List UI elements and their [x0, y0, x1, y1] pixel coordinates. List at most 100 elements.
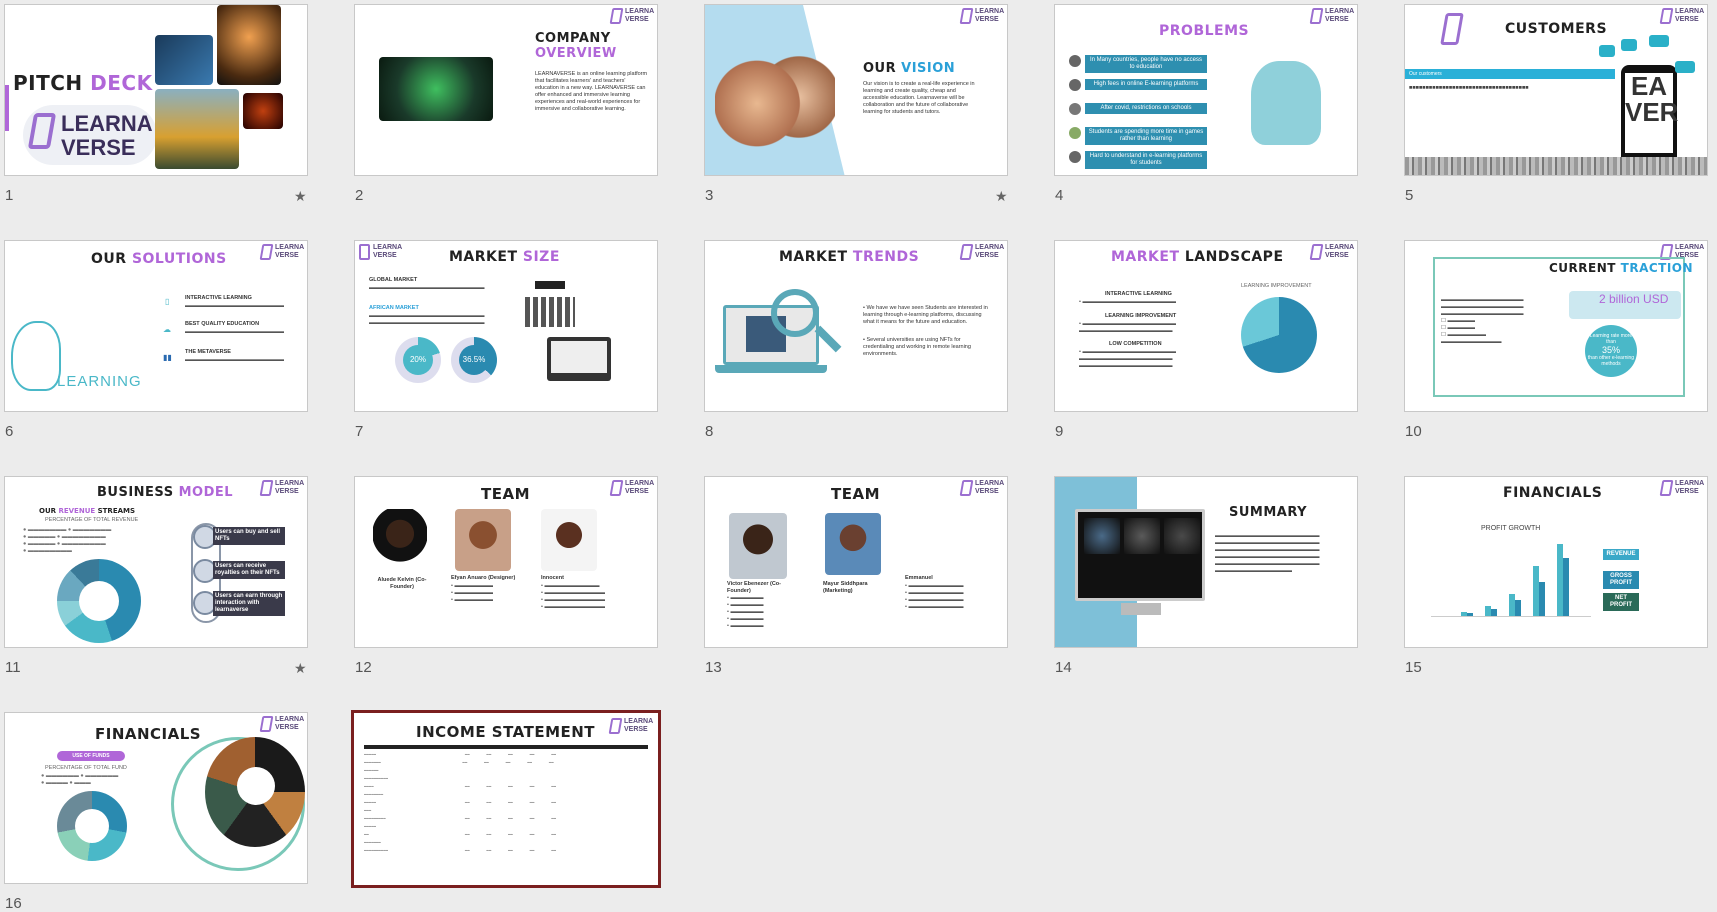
chart-title: PROFIT GROWTH — [1481, 525, 1541, 532]
slide-title: SUMMARY — [1229, 505, 1308, 520]
member-name: Emmanuel — [905, 575, 933, 581]
slide-thumbnail-3[interactable]: LEARNA VERSE OUR VISION Our vision is to … — [704, 4, 1008, 176]
laptop-base — [715, 365, 827, 373]
trend-1: • We have we have seen Students are inte… — [863, 305, 988, 325]
image-sad-student — [1251, 61, 1321, 145]
slide-number: 10 — [1405, 423, 1422, 440]
member-name: Innocent — [541, 575, 564, 581]
stat-circle: Learning rate more than 35% than other e-l… — [1585, 325, 1637, 377]
solution-heading: INTERACTIVE LEARNING — [185, 295, 252, 301]
problem-item: High fees in online E-learning platforms — [1085, 79, 1207, 90]
member-name: Aluede Kelvin (Co-Founder) — [377, 577, 427, 590]
star-icon: ★ — [294, 188, 307, 204]
chart-title: PERCENTAGE OF TOTAL FUND — [45, 765, 127, 771]
trend-2: • Several universities are using NFTs fo… — [863, 337, 971, 357]
chart-title: PERCENTAGE OF TOTAL REVENUE — [45, 517, 139, 523]
logo: LEARNA VERSE — [1659, 480, 1704, 498]
customers-tag: Our customers — [1405, 69, 1615, 79]
image-hologram — [155, 35, 213, 85]
slide-thumbnail-8[interactable]: LEARNA VERSE MARKET TRENDS • We have we h… — [704, 240, 1008, 412]
market-heading: GLOBAL MARKET — [369, 277, 418, 283]
logo: LEARNA VERSE — [259, 480, 304, 498]
team-photo — [825, 513, 881, 575]
revenue-donut — [57, 559, 141, 643]
image-phone: EA VER — [1621, 65, 1678, 165]
slide-title: INCOME STATEMENT — [416, 723, 596, 741]
monitor-book-icon — [547, 337, 611, 381]
logo: LEARNA VERSE — [608, 718, 653, 736]
slide-thumbnail-13[interactable]: LEARNA VERSE TEAM Victor Ebenezer (Co-Fou… — [704, 476, 1008, 648]
image-classroom — [155, 89, 239, 169]
slide-number: 9 — [1055, 423, 1064, 440]
slide-thumbnail-14[interactable]: SUMMARY ▬▬▬▬▬▬▬▬▬▬▬▬▬▬▬▬▬▬▬ ▬▬▬▬▬▬▬▬▬▬▬▬▬… — [1054, 476, 1358, 648]
member-name: Efyan Anuaro (Designer) — [451, 575, 516, 581]
team-photo — [373, 509, 427, 571]
landscape-heading: INTERACTIVE LEARNING — [1105, 291, 1172, 297]
revenue-step: Users can buy and sell NFTs — [213, 527, 285, 545]
slide-thumbnail-9[interactable]: LEARNA VERSE MARKET LANDSCAPE INTERACTIVE… — [1054, 240, 1358, 412]
revenue-step: Users can earn through interaction with … — [213, 591, 285, 616]
slide-thumbnail-11[interactable]: LEARNA VERSE BUSINESS MODEL OUR REVENUE S… — [4, 476, 308, 648]
slide-title: FINANCIALS — [95, 725, 202, 743]
city-skyline — [1405, 157, 1707, 175]
slide-thumbnail-15[interactable]: LEARNA VERSE FINANCIALS PROFIT GROWTH REV… — [1404, 476, 1708, 648]
slide-title: BUSINESS MODEL — [97, 485, 234, 500]
problem-item: After covid, restrictions on schools — [1085, 103, 1207, 114]
slide-title: OUR SOLUTIONS — [91, 251, 227, 267]
slide-number: 5 — [1405, 187, 1414, 204]
member-name: Victor Ebenezer (Co-Founder) — [727, 581, 781, 594]
body-text: Our vision is to create a real-life expe… — [863, 81, 975, 115]
slide-thumbnail-1[interactable]: PITCH DECK LEARNA VERSE — [4, 4, 308, 176]
slide-title: MARKET TRENDS — [779, 249, 920, 265]
slide-thumbnail-4[interactable]: LEARNA VERSE PROBLEMS In Many countries, … — [1054, 4, 1358, 176]
problem-item: Hard to understand in e-learning platfor… — [1085, 151, 1207, 169]
accent-bar — [5, 85, 9, 131]
logo: LEARNA VERSE — [359, 244, 402, 262]
magnifier-icon — [771, 289, 819, 337]
slide-number: 6 — [5, 423, 14, 440]
slide-thumbnail-2[interactable]: LEARNA VERSE COMPANY OVERVIEW LEARNAVERSE … — [354, 4, 658, 176]
learning-text: LEARNING — [57, 373, 142, 390]
image-vr-face — [217, 5, 281, 85]
team-photo — [729, 513, 787, 579]
image-vr — [243, 93, 283, 129]
landscape-heading: LEARNING IMPROVEMENT — [1105, 313, 1177, 319]
legend-net-profit: NET PROFIT — [1603, 593, 1639, 611]
slide-title: PITCH DECK — [13, 71, 153, 95]
logo: LEARNA VERSE — [959, 8, 1004, 26]
use-of-funds-badge: USE OF FUNDS — [57, 751, 125, 761]
slide-thumbnail-10[interactable]: LEARNA VERSE CURRENT TRACTION ▬▬▬▬▬▬▬▬▬▬▬… — [1404, 240, 1708, 412]
monitor-image — [1075, 509, 1205, 601]
revenue-step: Users can receive royalties on their NFT… — [213, 561, 285, 579]
member-name: Mayur Siddhpara (Marketing) — [823, 581, 868, 594]
slide-thumbnail-7[interactable]: LEARNA VERSE MARKET SIZE GLOBAL MARKET ▬▬… — [354, 240, 658, 412]
legend-revenue: REVENUE — [1603, 549, 1639, 560]
slide-thumbnail-5[interactable]: LEARNA VERSE CUSTOMERS Our customers ■■■■… — [1404, 4, 1708, 176]
logo: LEARNA VERSE — [259, 244, 304, 262]
slide-thumbnail-17[interactable]: LEARNA VERSE INCOME STATEMENT ▬▬▬▬▬ ▬▬ ▬▬… — [351, 710, 661, 888]
logo: LEARNA VERSE — [259, 716, 304, 734]
table-header-bar — [364, 745, 648, 749]
slide-thumbnail-6[interactable]: LEARNA VERSE OUR SOLUTIONS LEARNING ▯ ☁ ▮… — [4, 240, 308, 412]
funds-donut — [57, 791, 127, 861]
slide-number: 11 — [5, 659, 21, 676]
slide-title: OUR VISION — [863, 61, 956, 76]
slide-number: 2 — [355, 187, 364, 204]
chat-bubbles — [1589, 35, 1699, 75]
slide-title: FINANCIALS — [1503, 485, 1603, 501]
income-statement-table: ▬▬▬▬▬ ▬▬ ▬▬ ▬▬ ▬▬ ▬▬ ▬▬▬▬▬▬▬ ▬▬ ▬▬ ▬▬ ▬▬… — [364, 753, 557, 853]
logo: LEARNA VERSE — [1659, 8, 1704, 26]
slide-thumbnail-16[interactable]: LEARNA VERSE FINANCIALS USE OF FUNDS PERC… — [4, 712, 308, 884]
logo: LEARNA VERSE — [959, 244, 1004, 262]
slide-title: COMPANY OVERVIEW — [535, 31, 617, 61]
logo-large: LEARNA VERSE — [23, 105, 157, 165]
cloud-icon: ☁ — [163, 325, 171, 334]
logo-mark — [1440, 13, 1464, 45]
star-icon: ★ — [294, 660, 307, 676]
legend-gross-profit: GROSS PROFIT — [1603, 571, 1639, 589]
monitor-stand — [1121, 603, 1161, 615]
image-hologram-person — [379, 57, 493, 121]
slide-thumbnail-12[interactable]: LEARNA VERSE TEAM Aluede Kelvin (Co-Found… — [354, 476, 658, 648]
team-photo — [541, 509, 597, 571]
slide-number: 4 — [1055, 187, 1064, 204]
